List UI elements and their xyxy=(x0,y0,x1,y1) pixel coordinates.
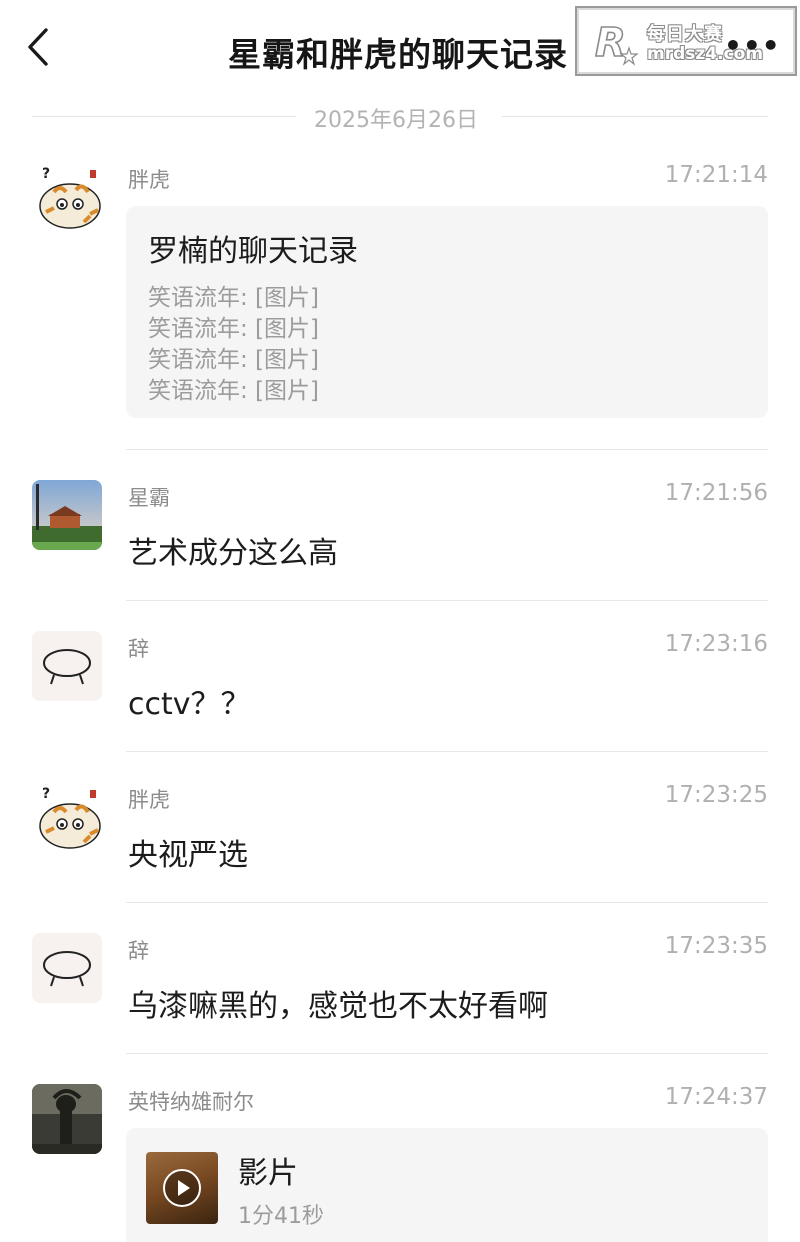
chat-record-card[interactable]: 罗楠的聊天记录 笑语流年: [图片] 笑语流年: [图片] 笑语流年: [图片]… xyxy=(126,206,768,418)
svg-text:?: ? xyxy=(42,786,50,802)
sender-name: 辞 xyxy=(128,637,149,661)
video-title: 影片 xyxy=(238,1156,298,1191)
message-time: 17:24:37 xyxy=(664,1084,768,1110)
message-time: 17:21:56 xyxy=(664,480,768,506)
sender-name: 胖虎 xyxy=(128,788,170,812)
message-text: cctv？？ xyxy=(128,687,251,722)
sender-name: 英特纳雄耐尔 xyxy=(128,1090,254,1114)
sender-name: 胖虎 xyxy=(128,168,170,192)
chat-record-line: 笑语流年: [图片] xyxy=(148,378,320,404)
tiger-avatar[interactable]: ? xyxy=(32,162,102,232)
chat-record-line: 笑语流年: [图片] xyxy=(148,347,320,373)
svg-text:?: ? xyxy=(42,166,50,182)
chat-record-line: 笑语流年: [图片] xyxy=(148,285,320,311)
date-separator: 2025年6月26日 xyxy=(32,100,768,133)
watermark-text-cn: 每日大赛 xyxy=(647,24,723,45)
sender-name: 辞 xyxy=(128,939,149,963)
date-label: 2025年6月26日 xyxy=(314,108,478,133)
dark-figure-avatar[interactable] xyxy=(32,1084,102,1154)
video-thumbnail xyxy=(146,1152,218,1224)
page-title: 星霸和胖虎的聊天记录 xyxy=(228,35,568,74)
divider-line xyxy=(502,116,768,117)
sender-name: 星霸 xyxy=(128,486,170,510)
landscape-avatar[interactable] xyxy=(32,480,102,550)
back-chevron-icon[interactable] xyxy=(24,26,58,68)
message-text: 艺术成分这么高 xyxy=(128,536,338,571)
play-icon[interactable] xyxy=(163,1169,201,1207)
svg-text:R: R xyxy=(595,20,626,66)
message-time: 17:23:25 xyxy=(664,782,768,808)
chat-record-title: 罗楠的聊天记录 xyxy=(148,234,358,269)
video-card[interactable]: 影片 1分41秒 xyxy=(126,1128,768,1242)
message-time: 17:23:16 xyxy=(664,631,768,657)
divider-line xyxy=(32,116,296,117)
watermark-r-icon: R xyxy=(594,19,639,67)
message-divider xyxy=(126,449,768,450)
doodle-avatar[interactable] xyxy=(32,933,102,1003)
top-bar: 星霸和胖虎的聊天记录 R 每日大赛 mrdsz4.com ••• xyxy=(0,0,800,96)
message-divider xyxy=(126,1053,768,1054)
message-text: 乌漆嘛黑的，感觉也不太好看啊 xyxy=(128,989,548,1024)
message-text: 央视严选 xyxy=(128,838,248,873)
more-options-button[interactable]: ••• xyxy=(724,32,781,60)
message-divider xyxy=(126,600,768,601)
tiger-avatar[interactable]: ? xyxy=(32,782,102,852)
message-time: 17:21:14 xyxy=(664,162,768,188)
chat-record-line: 笑语流年: [图片] xyxy=(148,316,320,342)
message-divider xyxy=(126,902,768,903)
message-time: 17:23:35 xyxy=(664,933,768,959)
doodle-avatar[interactable] xyxy=(32,631,102,701)
video-duration: 1分41秒 xyxy=(238,1204,324,1229)
message-divider xyxy=(126,751,768,752)
